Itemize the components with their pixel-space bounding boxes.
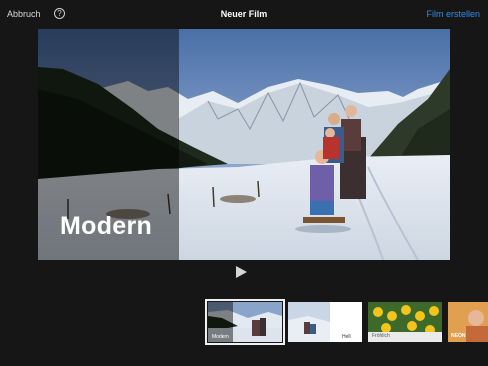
navigation-bar: Abbruch ? Neuer Film Film erstellen xyxy=(0,0,488,28)
theme-label: Hell xyxy=(342,334,351,340)
theme-thumb-froehlich[interactable]: Fröhlich xyxy=(368,302,442,342)
theme-thumb-modern[interactable]: Modern xyxy=(205,299,285,345)
play-icon[interactable] xyxy=(236,266,247,278)
theme-label: Modern xyxy=(212,334,229,340)
theme-thumb-hell[interactable]: Hell xyxy=(288,302,362,342)
create-movie-button[interactable]: Film erstellen xyxy=(426,9,480,19)
theme-label: NEON xyxy=(451,333,466,339)
theme-label: Fröhlich xyxy=(372,333,390,339)
theme-title: Modern xyxy=(60,212,153,240)
theme-picker: Modern Hell Fröhlich NEON xyxy=(0,299,488,346)
page-title: Neuer Film xyxy=(220,9,268,19)
theme-thumb-neon[interactable]: NEON xyxy=(448,302,488,342)
theme-thumb-hell-image xyxy=(288,302,362,342)
theme-preview[interactable]: Modern xyxy=(38,29,450,260)
